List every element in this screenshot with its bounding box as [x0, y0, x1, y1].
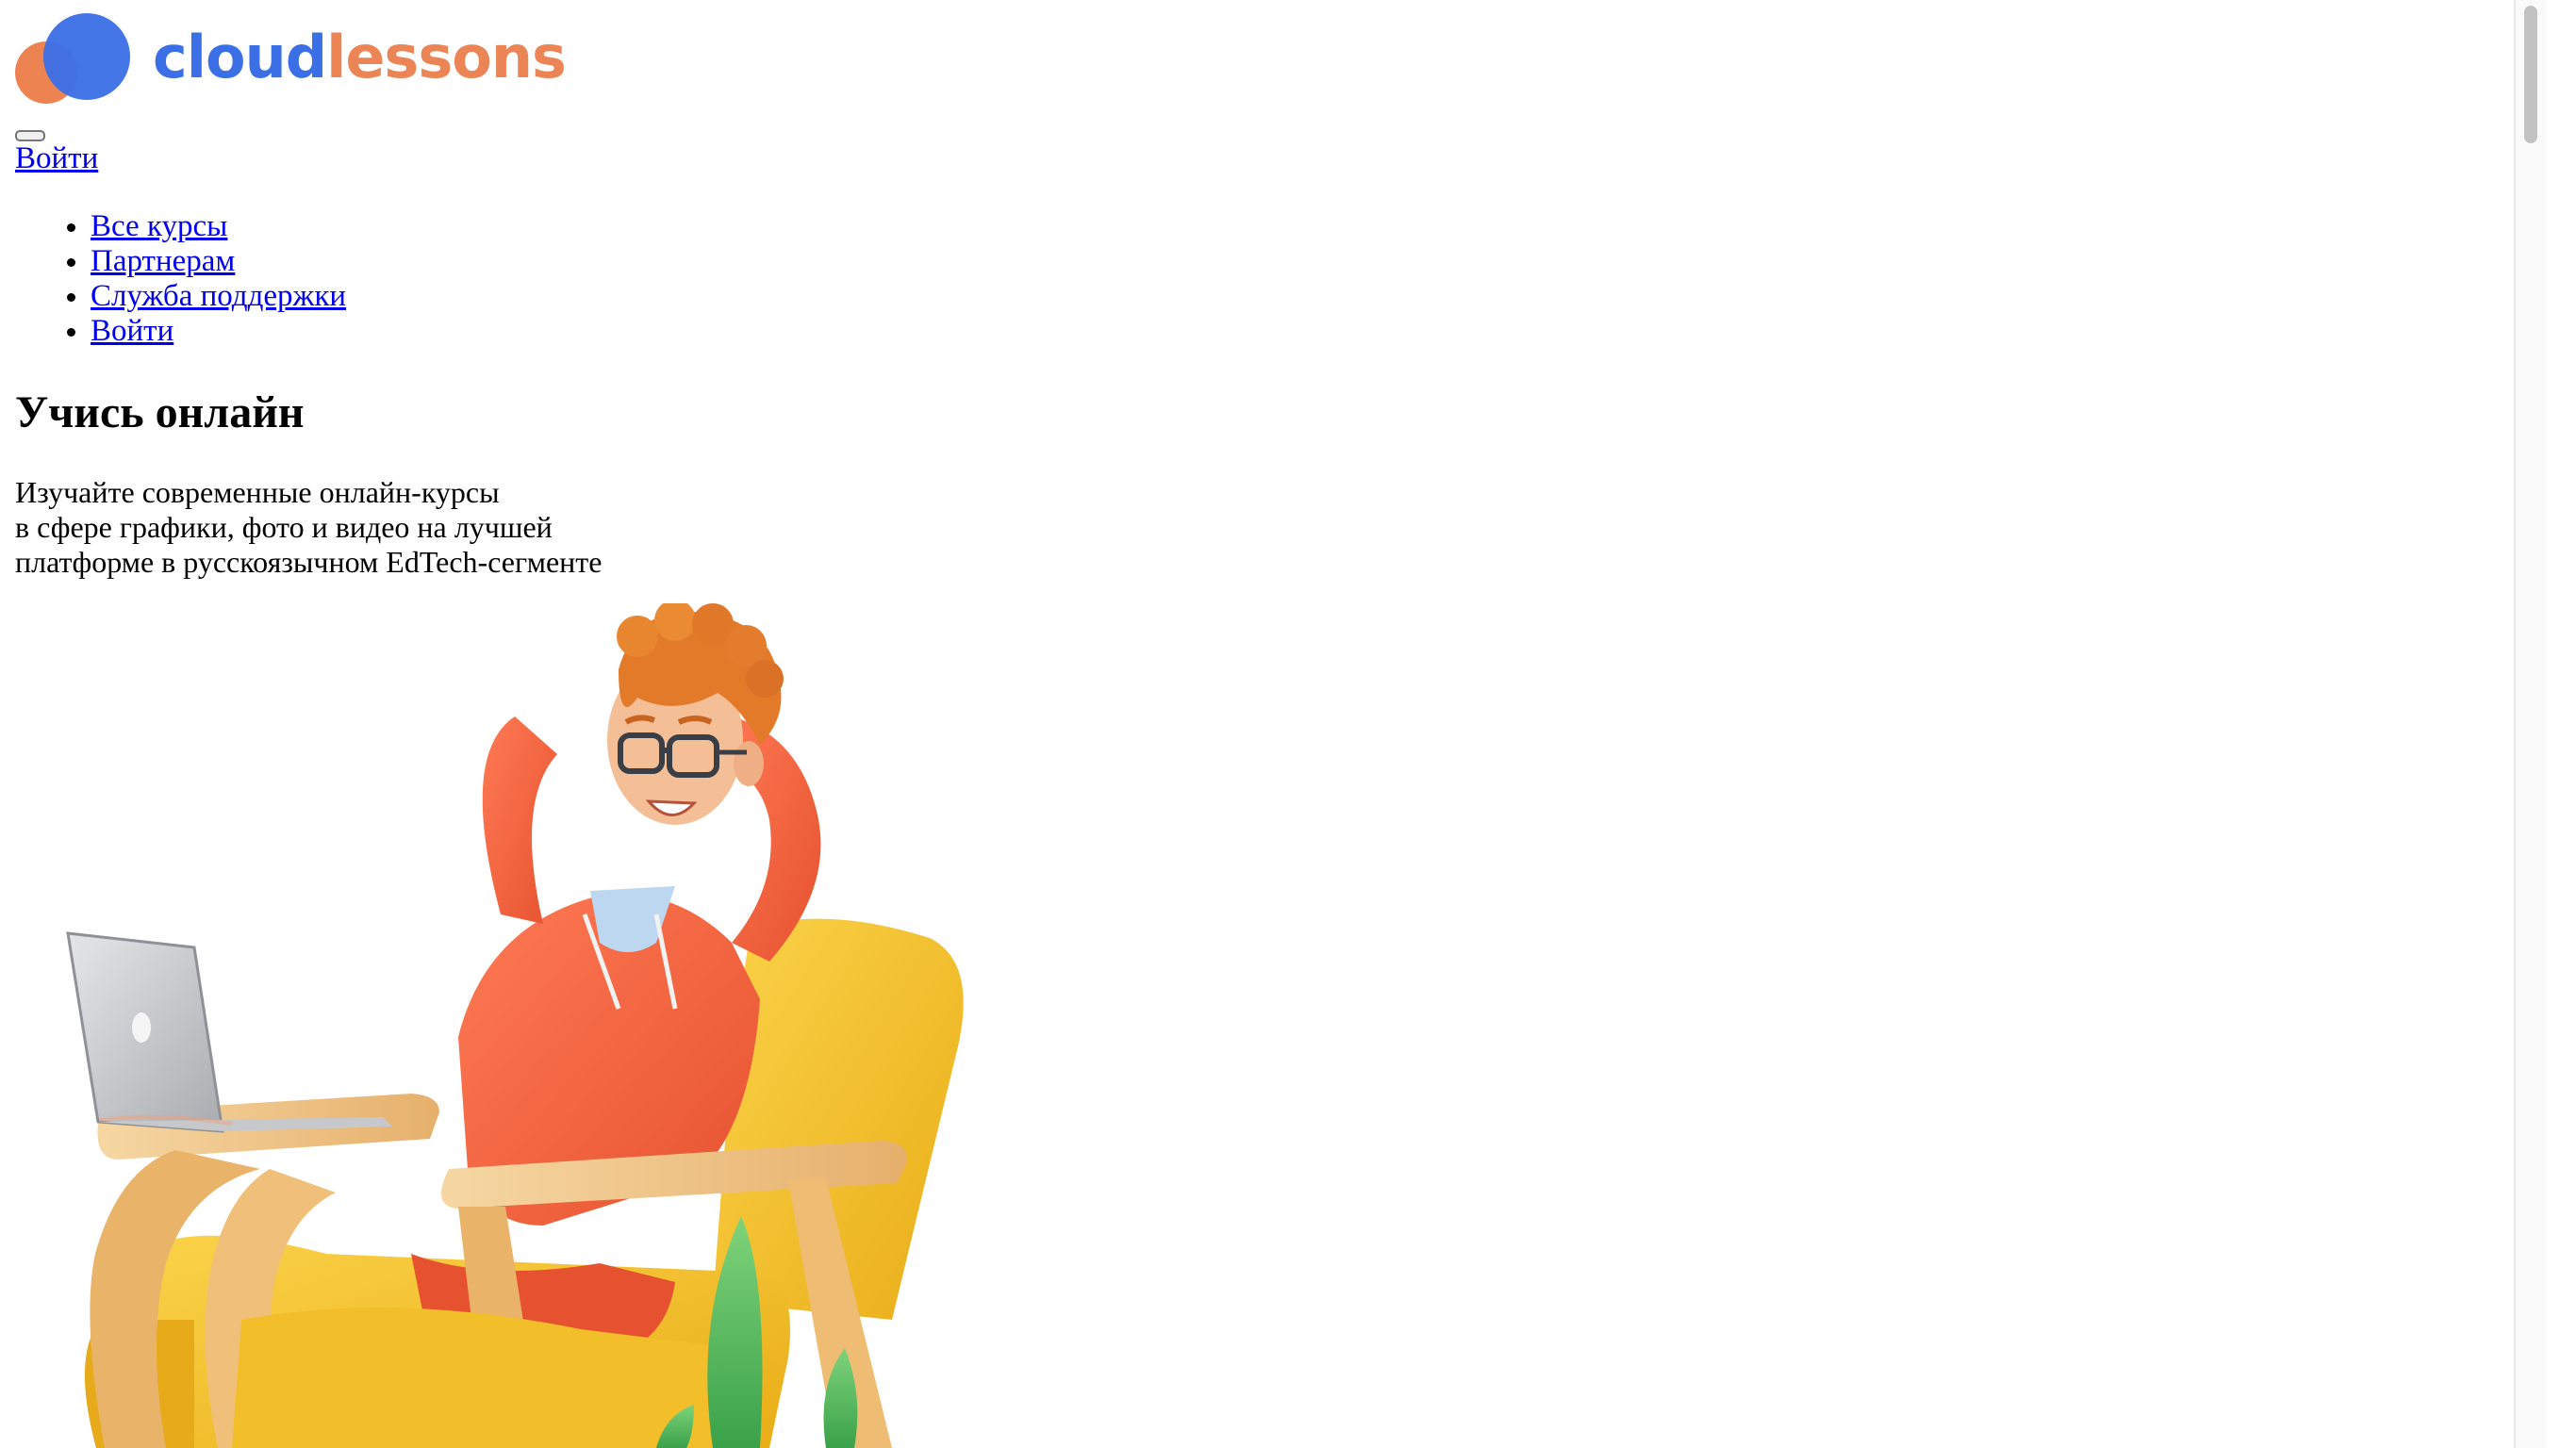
hero-subtitle-line: платформе в русскоязычном EdTech-сегмент… [15, 545, 603, 579]
logo-wordmark: cloudlessons [153, 22, 567, 91]
site-logo[interactable]: cloudlessons [15, 13, 567, 104]
nav-link-login[interactable]: Войти [91, 314, 173, 348]
student-relaxing-illustration [15, 603, 977, 1448]
hero-subtitle-line: Изучайте современные онлайн-курсы [15, 475, 500, 509]
nav-link-support[interactable]: Служба поддержки [91, 279, 346, 313]
nav-item-login: Войти [91, 314, 346, 349]
menu-toggle-button[interactable] [15, 130, 45, 141]
hero-subtitle: Изучайте современные онлайн-курсы в сфер… [15, 475, 602, 580]
nav-item-courses: Все курсы [91, 209, 346, 244]
hero-subtitle-line: в сфере графики, фото и видео на лучшей [15, 510, 553, 544]
logo-text-lessons: lessons [326, 22, 567, 91]
hero-title: Учись онлайн [15, 387, 305, 437]
page-scrollbar[interactable] [2514, 0, 2546, 1448]
nav-link-courses[interactable]: Все курсы [91, 209, 227, 243]
nav-link-partners[interactable]: Партнерам [91, 244, 235, 278]
nav-item-support: Служба поддержки [91, 279, 346, 314]
logo-icon [15, 13, 132, 104]
main-nav: Все курсы Партнерам Служба поддержки Вой… [15, 209, 346, 349]
nav-item-partners: Партнерам [91, 244, 346, 279]
logo-text-cloud: cloud [153, 22, 327, 91]
scrollbar-thumb[interactable] [2524, 6, 2537, 143]
login-link[interactable]: Войти [15, 141, 98, 176]
page: cloudlessons Войти Все курсы Партнерам С… [0, 0, 2546, 1448]
